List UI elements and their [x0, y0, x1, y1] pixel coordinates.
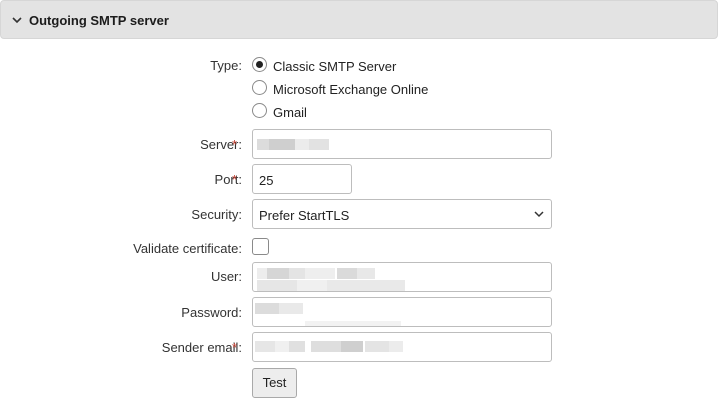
chevron-down-icon: [534, 211, 544, 218]
chevron-down-icon[interactable]: [11, 15, 23, 25]
sender-email-required-marker: *: [232, 340, 238, 355]
sender-email-input[interactable]: [252, 332, 552, 362]
radio-label-exchange-online[interactable]: Microsoft Exchange Online: [273, 82, 428, 97]
password-input[interactable]: [252, 297, 552, 327]
radio-gmail[interactable]: [252, 103, 267, 118]
port-input[interactable]: 25: [252, 164, 352, 194]
user-label: User:: [210, 269, 242, 284]
port-required-marker: *: [232, 172, 238, 187]
sender-email-label: Sender email:: [161, 340, 242, 355]
server-input[interactable]: [252, 129, 552, 159]
password-label: Password:: [181, 305, 242, 320]
validate-certificate-label: Validate certificate:: [133, 241, 242, 256]
radio-exchange-online[interactable]: [252, 80, 267, 95]
type-label: Type:: [210, 58, 242, 73]
radio-label-classic-smtp[interactable]: Classic SMTP Server: [273, 59, 396, 74]
port-label: Port:: [214, 172, 242, 187]
section-title: Outgoing SMTP server: [29, 13, 169, 28]
security-label: Security:: [191, 207, 242, 222]
port-value: 25: [259, 173, 274, 188]
radio-label-gmail[interactable]: Gmail: [273, 105, 307, 120]
test-button[interactable]: Test: [252, 368, 297, 398]
validate-certificate-checkbox[interactable]: [252, 238, 269, 255]
section-header-outgoing-smtp[interactable]: Outgoing SMTP server: [0, 0, 718, 39]
user-input[interactable]: [252, 262, 552, 292]
server-required-marker: *: [232, 137, 238, 152]
security-selected-value: Prefer StartTLS: [259, 208, 350, 223]
security-select[interactable]: Prefer StartTLS: [252, 199, 552, 229]
radio-classic-smtp[interactable]: [252, 57, 267, 72]
